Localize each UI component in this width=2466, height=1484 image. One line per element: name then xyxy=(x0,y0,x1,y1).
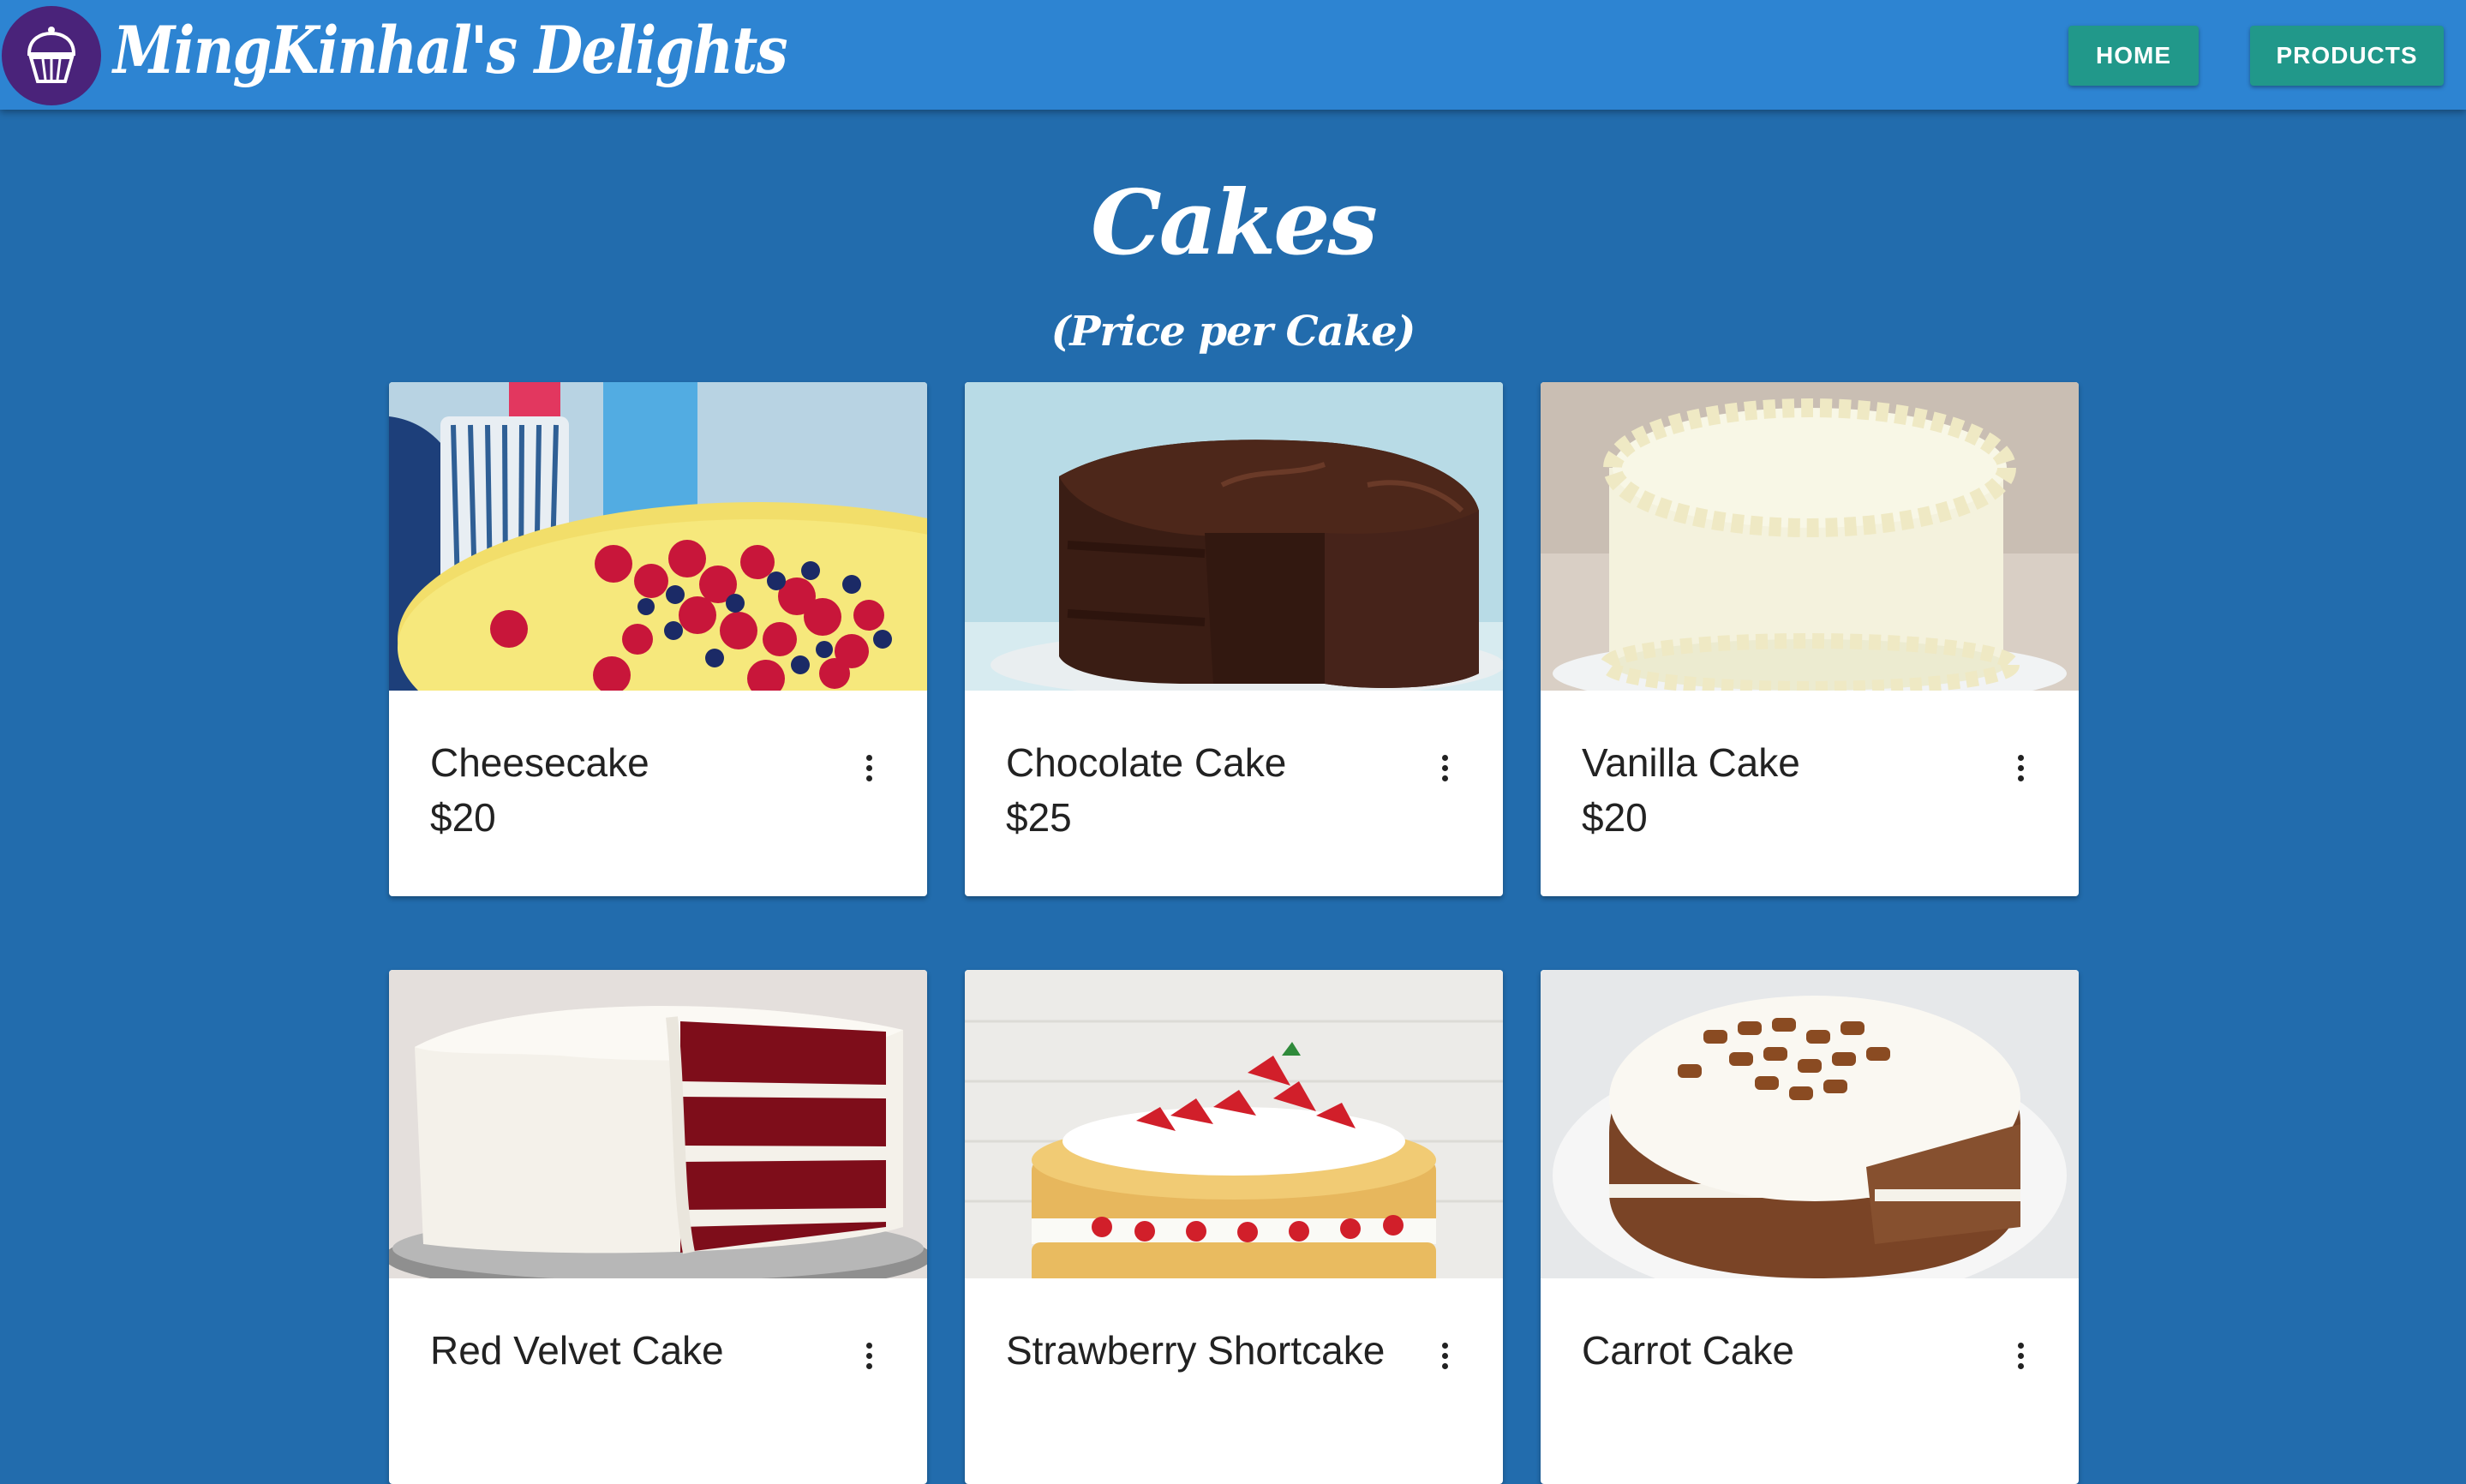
product-name: Cheesecake xyxy=(430,740,649,785)
product-card-red-velvet-cake[interactable]: Red Velvet Cake xyxy=(389,970,927,1484)
cupcake-icon[interactable] xyxy=(2,6,101,105)
product-card-cheesecake[interactable]: Cheesecake $20 xyxy=(389,382,927,896)
product-price: $20 xyxy=(430,795,496,840)
more-vert-icon[interactable] xyxy=(843,1330,895,1381)
product-card-vanilla-cake[interactable]: Vanilla Cake $20 xyxy=(1541,382,2079,896)
product-name: Red Velvet Cake xyxy=(430,1328,724,1373)
red-velvet-cake-image xyxy=(389,970,927,1278)
chocolate-cake-image xyxy=(965,382,1503,691)
home-button[interactable]: HOME xyxy=(2068,26,2199,86)
product-card-carrot-cake[interactable]: Carrot Cake xyxy=(1541,970,2079,1484)
product-card-strawberry-shortcake[interactable]: Strawberry Shortcake xyxy=(965,970,1503,1484)
more-vert-icon[interactable] xyxy=(1995,1330,2046,1381)
strawberry-shortcake-image xyxy=(965,970,1503,1278)
page-subtitle: (Price per Cake) xyxy=(1050,308,1416,356)
product-card-chocolate-cake[interactable]: Chocolate Cake $25 xyxy=(965,382,1503,896)
app-bar: MingKinhal's Delights HOME PRODUCTS xyxy=(0,0,2466,110)
page-title: Cakes xyxy=(1091,170,1378,275)
more-vert-icon[interactable] xyxy=(1419,742,1470,793)
product-name: Vanilla Cake xyxy=(1582,740,1800,785)
carrot-cake-image xyxy=(1541,970,2079,1278)
vanilla-cake-image xyxy=(1541,382,2079,691)
more-vert-icon[interactable] xyxy=(843,742,895,793)
product-name: Chocolate Cake xyxy=(1006,740,1287,785)
product-price: $20 xyxy=(1582,795,1648,840)
cheesecake-image xyxy=(389,382,927,691)
product-price: $25 xyxy=(1006,795,1072,840)
more-vert-icon[interactable] xyxy=(1419,1330,1470,1381)
brand-title[interactable]: MingKinhal's Delights xyxy=(113,12,788,88)
product-name: Strawberry Shortcake xyxy=(1006,1328,1386,1373)
product-name: Carrot Cake xyxy=(1582,1328,1794,1373)
products-button[interactable]: PRODUCTS xyxy=(2250,26,2444,86)
more-vert-icon[interactable] xyxy=(1995,742,2046,793)
